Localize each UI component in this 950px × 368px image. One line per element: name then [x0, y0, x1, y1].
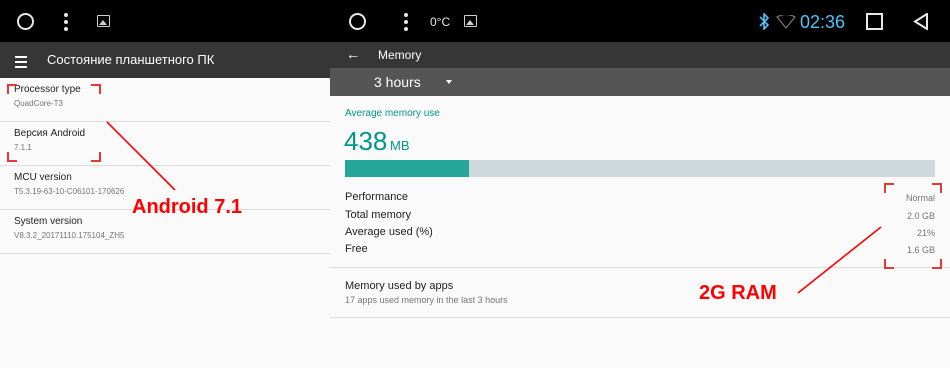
annotation-arrow-line [797, 226, 882, 294]
annotation-arrow-line [106, 121, 176, 191]
annotation-label: Android 7.1 [132, 196, 243, 218]
memory-panel: 0°C 02:36 ← Memory 3 hours Average memor… [330, 0, 950, 368]
settings-status-panel: Состояние планшетного ПК Processor type … [0, 0, 330, 368]
annotation-label: 2G RAM [699, 282, 777, 304]
